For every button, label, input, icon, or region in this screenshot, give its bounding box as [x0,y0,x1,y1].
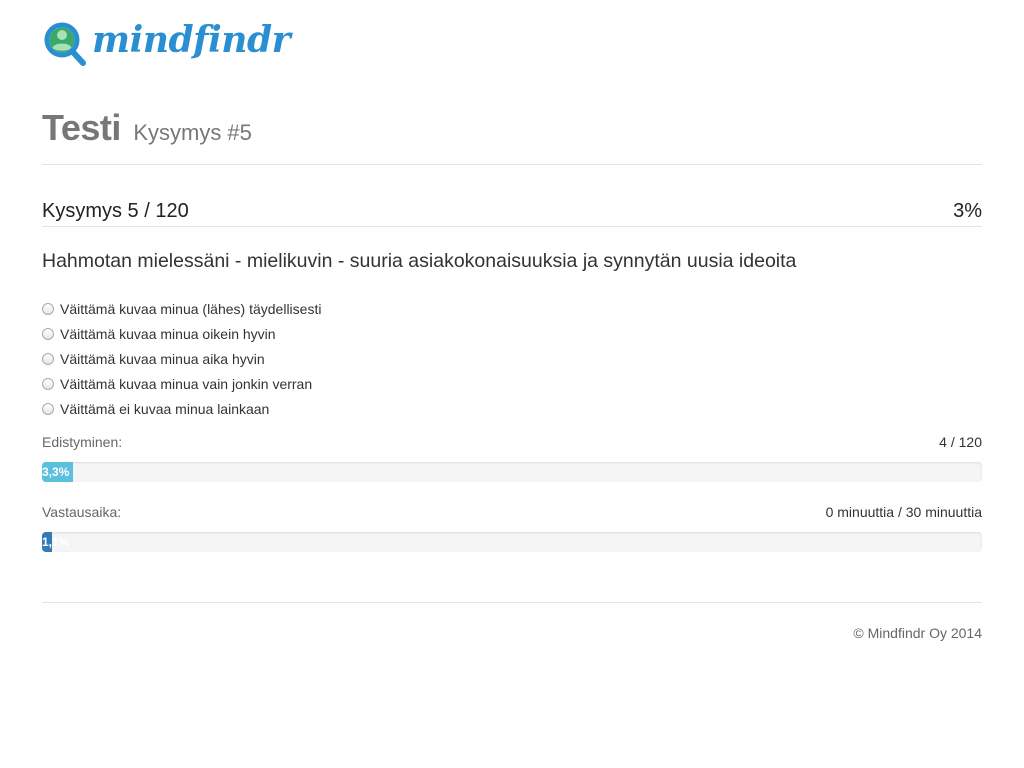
radio-button[interactable] [42,352,54,365]
question-counter: Kysymys 5 / 120 [42,200,189,222]
mindfindr-logo[interactable]: mindfindr [42,19,291,69]
radio-button[interactable] [42,402,54,415]
progress-value: 4 / 120 [939,434,982,450]
time-label: Vastausaika: [42,504,122,520]
option-label: Väittämä kuvaa minua aika hyvin [60,350,265,367]
magnifier-person-icon [44,22,86,66]
option-label: Väittämä kuvaa minua (lähes) täydellises… [60,300,322,317]
progress-bar: 3,3% [42,462,982,482]
radio-button[interactable] [42,302,54,315]
option-label: Väittämä ei kuvaa minua lainkaan [60,400,270,417]
question-percent: 3% [953,200,982,222]
time-bar: 1,1% [42,532,982,552]
answer-option[interactable]: Väittämä kuvaa minua vain jonkin verran [42,371,321,396]
footer-divider [42,602,982,603]
time-bar-fill: 1,1% [42,532,69,552]
answer-option[interactable]: Väittämä kuvaa minua aika hyvin [42,346,321,371]
page-header: Testi Kysymys #5 [42,106,982,165]
question-text: Hahmotan mielessäni - mielikuvin - suuri… [42,250,797,272]
answer-option[interactable]: Väittämä kuvaa minua oikein hyvin [42,321,321,346]
brand-name: mindfindr [92,19,291,61]
footer-copyright: © Mindfindr Oy 2014 [853,625,982,641]
question-header: Kysymys 5 / 120 3% [42,198,982,227]
page-title: Testi [42,107,121,148]
option-label: Väittämä kuvaa minua oikein hyvin [60,325,276,342]
option-label: Väittämä kuvaa minua vain jonkin verran [60,375,313,392]
progress-label: Edistyminen: [42,434,123,450]
radio-button[interactable] [42,377,54,390]
answer-option[interactable]: Väittämä kuvaa minua (lähes) täydellises… [42,296,321,321]
radio-button[interactable] [42,327,54,340]
answer-option[interactable]: Väittämä ei kuvaa minua lainkaan [42,396,321,421]
page-subtitle: Kysymys #5 [133,120,252,145]
time-value: 0 minuuttia / 30 minuuttia [825,504,982,520]
progress-bar-fill: 3,3% [42,462,73,482]
answer-options: Väittämä kuvaa minua (lähes) täydellises… [42,296,321,421]
